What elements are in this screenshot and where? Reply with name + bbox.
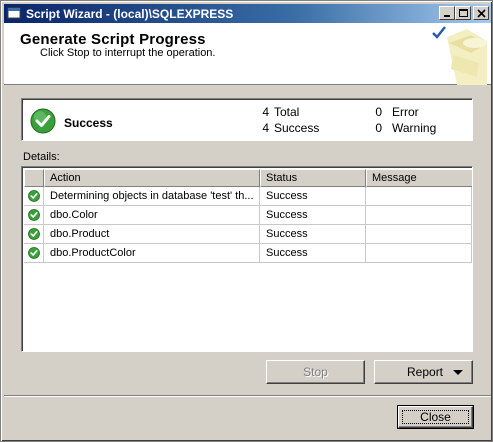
overall-status: Success — [64, 116, 113, 130]
window-title: Script Wizard - (local)\SQLEXPRESS — [26, 7, 234, 21]
success-check-icon — [28, 247, 40, 259]
close-icon — [477, 9, 486, 18]
row-message — [366, 225, 472, 244]
row-status: Success — [260, 187, 366, 206]
close-button[interactable]: Close — [397, 405, 474, 429]
total-count: 4 — [262, 105, 269, 119]
table-row[interactable]: Determining objects in database 'test' t… — [24, 187, 472, 206]
column-header-status[interactable]: Status — [260, 169, 366, 187]
row-message — [366, 187, 472, 206]
maximize-button[interactable] — [455, 6, 471, 20]
success-label: Success — [274, 121, 320, 135]
wizard-graphic-icon — [432, 26, 487, 85]
row-message — [366, 244, 472, 263]
app-icon — [7, 7, 21, 19]
success-check-icon — [30, 108, 56, 134]
row-status: Success — [260, 244, 366, 263]
row-status: Success — [260, 225, 366, 244]
warning-count: 0 — [375, 121, 382, 135]
success-check-icon — [28, 209, 40, 221]
dropdown-arrow-icon[interactable] — [453, 370, 463, 375]
details-grid[interactable]: Action Status Message Determining object… — [21, 166, 473, 352]
column-header-message[interactable]: Message — [366, 169, 472, 187]
row-action: dbo.Product — [44, 225, 260, 244]
column-header-icon[interactable] — [24, 169, 44, 187]
maximize-icon — [459, 9, 468, 17]
summary-panel: Success 4 Total 4 Success 0 Error 0 Warn… — [21, 98, 473, 141]
total-label: Total — [274, 105, 300, 119]
row-action: dbo.ProductColor — [44, 244, 260, 263]
table-row[interactable]: dbo.Product Success — [24, 225, 472, 244]
row-action: dbo.Color — [44, 206, 260, 225]
row-message — [366, 206, 472, 225]
page-subtitle: Click Stop to interrupt the operation. — [40, 47, 216, 59]
report-label: Report — [407, 365, 444, 379]
row-action: Determining objects in database 'test' t… — [44, 187, 260, 206]
column-header-action[interactable]: Action — [44, 169, 260, 187]
script-wizard-window: Script Wizard - (local)\SQLEXPRESS Gener… — [0, 0, 493, 442]
minimize-icon — [444, 15, 450, 17]
success-count: 4 — [262, 121, 269, 135]
row-status: Success — [260, 206, 366, 225]
success-check-icon — [28, 228, 40, 240]
close-window-button[interactable] — [473, 6, 489, 20]
title-bar[interactable]: Script Wizard - (local)\SQLEXPRESS — [4, 4, 491, 23]
wizard-header: Generate Script Progress Click Stop to i… — [4, 23, 491, 85]
success-check-icon — [28, 190, 40, 202]
error-label: Error — [392, 105, 419, 119]
warning-label: Warning — [392, 121, 437, 135]
details-label: Details: — [23, 151, 60, 163]
table-row[interactable]: dbo.Color Success — [24, 206, 472, 225]
error-count: 0 — [375, 105, 382, 119]
page-title: Generate Script Progress — [20, 31, 206, 48]
report-button[interactable]: Report — [374, 360, 473, 384]
grid-header: Action Status Message — [24, 169, 472, 187]
minimize-button[interactable] — [439, 6, 455, 20]
table-row[interactable]: dbo.ProductColor Success — [24, 244, 472, 263]
stop-button[interactable]: Stop — [266, 360, 365, 384]
